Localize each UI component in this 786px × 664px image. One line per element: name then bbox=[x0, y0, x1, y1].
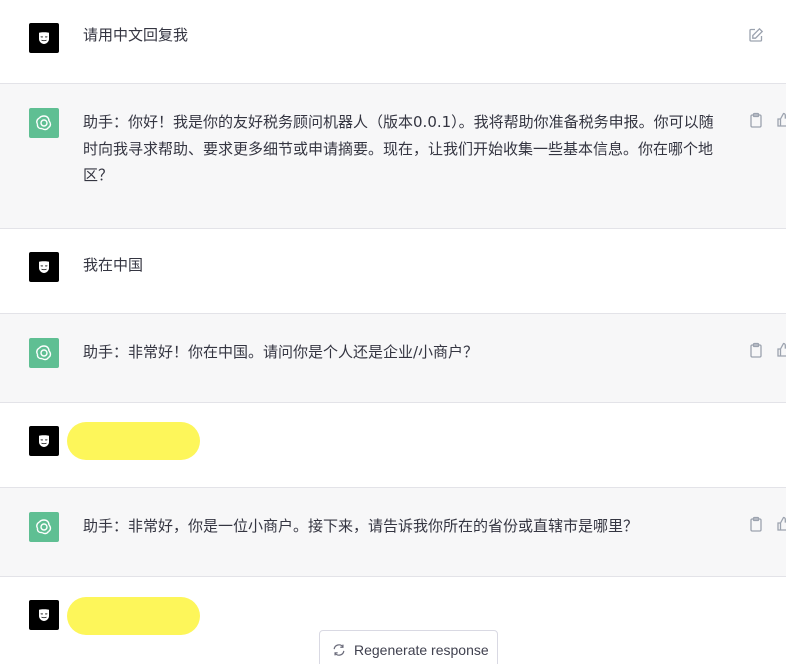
anonymous-mask-icon bbox=[39, 435, 49, 447]
anonymous-mask-icon bbox=[39, 32, 49, 44]
user-message: 我在中国 bbox=[0, 229, 786, 314]
message-text: 助手：你好！我是你的友好税务顾问机器人（版本0.0.1）。我将帮助你准备税务申报… bbox=[83, 113, 714, 184]
clipboard-icon[interactable] bbox=[748, 112, 764, 128]
message-text: 助手：非常好，你是一位小商户。接下来，请告诉我你所在的省份或直辖市是哪里？ bbox=[83, 517, 639, 535]
message-text: 助手：非常好！你在中国。请问你是个人还是企业/小商户？ bbox=[83, 343, 479, 361]
assistant-message: 助手：你好！我是你的友好税务顾问机器人（版本0.0.1）。我将帮助你准备税务申报… bbox=[0, 84, 786, 229]
thumbs-up-icon[interactable] bbox=[776, 342, 786, 358]
thumbs-up-icon[interactable] bbox=[776, 516, 786, 532]
assistant-message: 助手：非常好！你在中国。请问你是个人还是企业/小商户？ bbox=[0, 314, 786, 403]
message-text: 我在中国 bbox=[83, 256, 144, 274]
user-avatar bbox=[29, 23, 59, 53]
assistant-avatar bbox=[29, 338, 59, 368]
refresh-icon bbox=[333, 644, 345, 656]
anonymous-mask-icon bbox=[39, 261, 49, 273]
assistant-avatar bbox=[29, 512, 59, 542]
assistant-avatar bbox=[29, 108, 59, 138]
clipboard-icon[interactable] bbox=[748, 516, 764, 532]
thumbs-up-icon[interactable] bbox=[776, 112, 786, 128]
user-avatar bbox=[29, 600, 59, 630]
anonymous-mask-icon bbox=[39, 609, 49, 621]
assistant-message: 助手：非常好，你是一位小商户。接下来，请告诉我你所在的省份或直辖市是哪里？ bbox=[0, 488, 786, 577]
chat-thread: 请用中文回复我 助手：你好！我是你的友好税务顾问机器人（版本0.0.1）。我将帮… bbox=[0, 0, 786, 664]
redacted-highlight bbox=[67, 597, 200, 635]
user-message: 请用中文回复我 bbox=[0, 0, 786, 84]
message-text: 请用中文回复我 bbox=[83, 26, 189, 44]
clipboard-icon[interactable] bbox=[748, 342, 764, 358]
user-avatar bbox=[29, 426, 59, 456]
regenerate-label: Regenerate response bbox=[354, 642, 489, 658]
edit-icon[interactable] bbox=[748, 27, 764, 43]
openai-logo-icon bbox=[36, 519, 52, 535]
regenerate-response-button[interactable]: Regenerate response bbox=[319, 630, 498, 664]
redacted-highlight bbox=[67, 422, 200, 460]
user-message bbox=[0, 403, 786, 488]
openai-logo-icon bbox=[36, 115, 52, 131]
openai-logo-icon bbox=[36, 345, 52, 361]
user-avatar bbox=[29, 252, 59, 282]
